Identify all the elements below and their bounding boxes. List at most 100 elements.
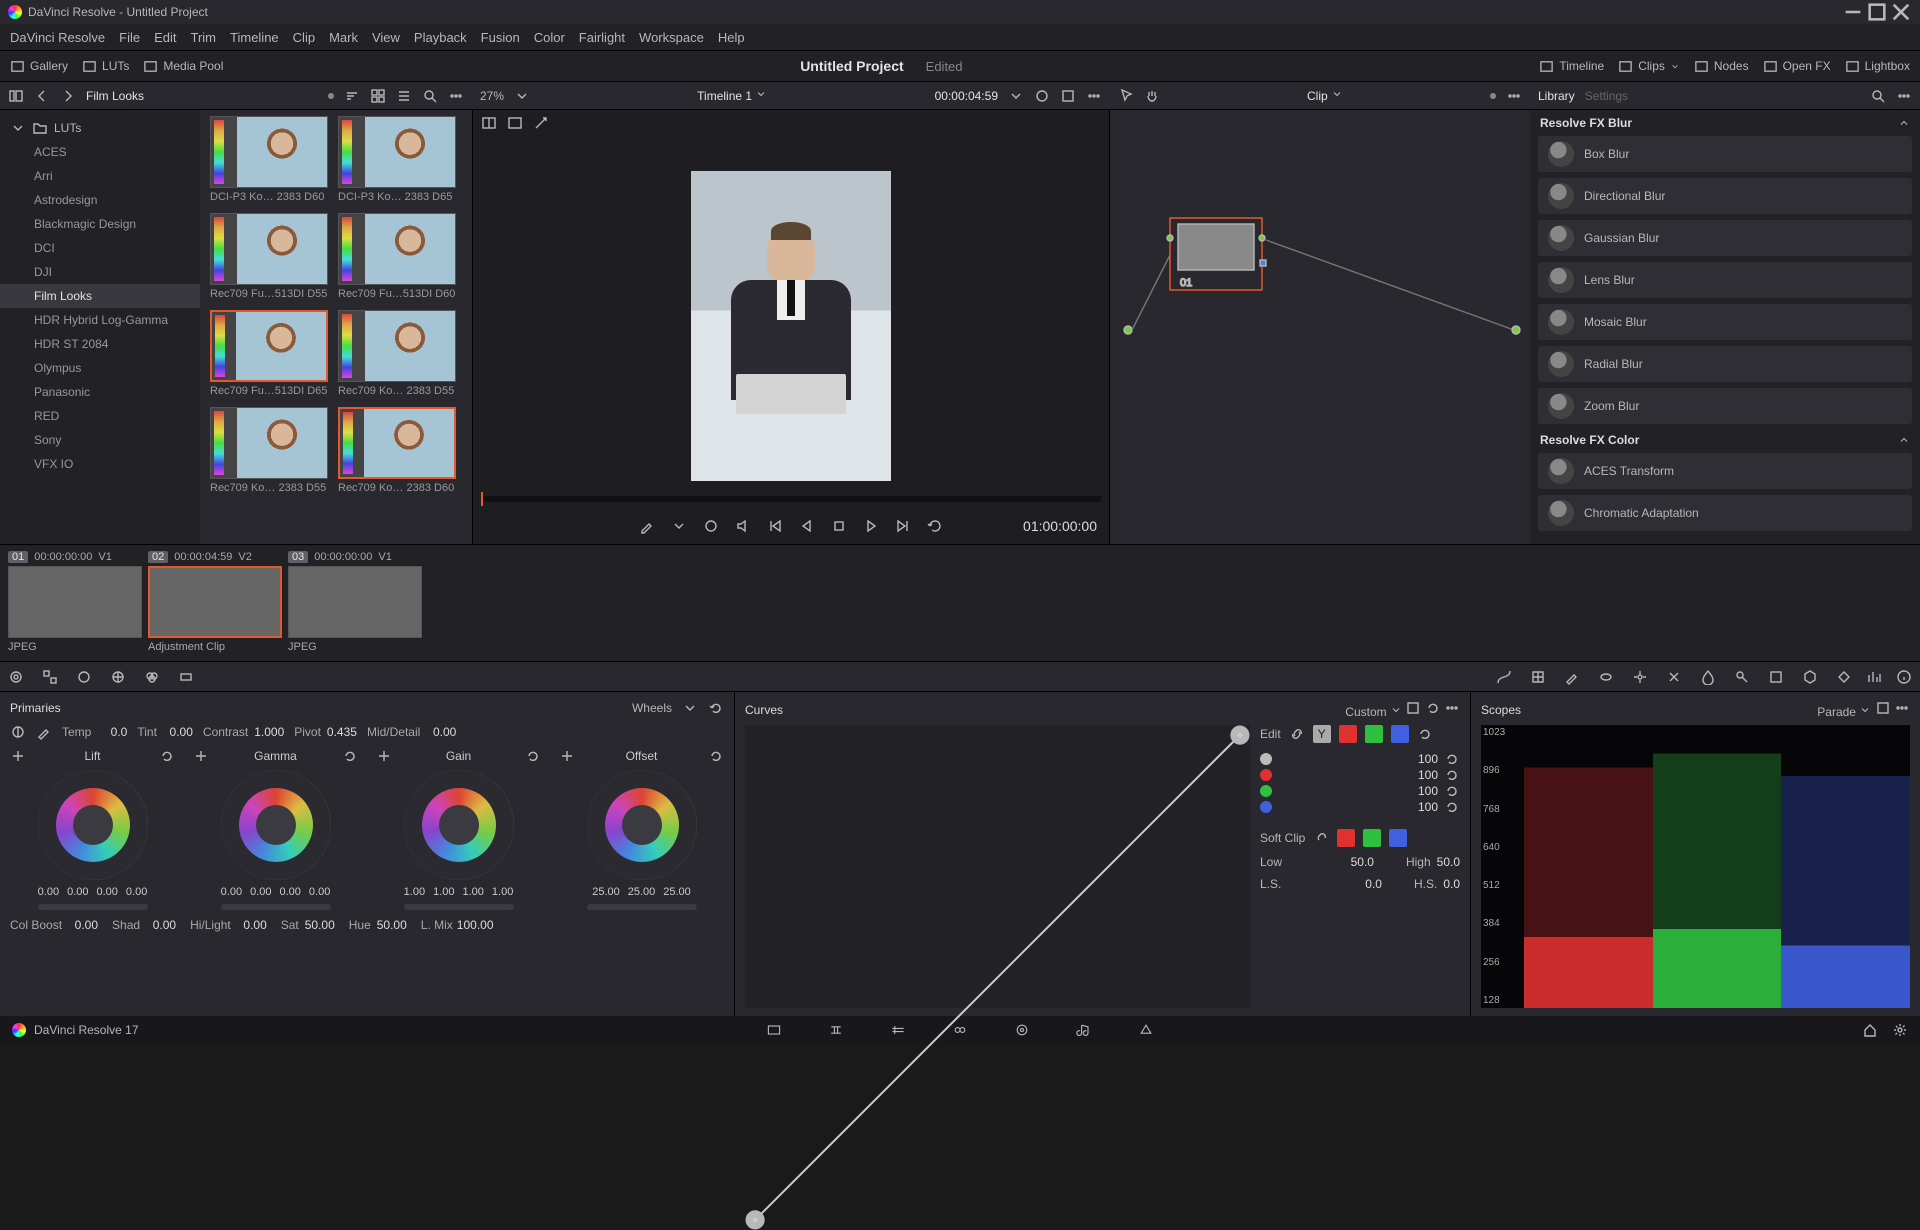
temp-value[interactable]: 0.0 [95,725,127,739]
palette-color-match-icon[interactable] [42,669,58,685]
lut-category[interactable]: Blackmagic Design [0,212,200,236]
lut-category[interactable]: HDR Hybrid Log-Gamma [0,308,200,332]
audio-icon[interactable] [735,518,751,534]
palette-sizing-icon[interactable] [1768,669,1784,685]
fx-item[interactable]: Directional Blur [1538,178,1912,214]
sc-g-button[interactable] [1363,829,1381,847]
palette-motion-icon[interactable] [178,669,194,685]
lut-category[interactable]: Panasonic [0,380,200,404]
wand-icon[interactable] [533,115,549,131]
sc-r-button[interactable] [1337,829,1355,847]
fx-section-header[interactable]: Resolve FX Blur [1530,110,1920,133]
fx-tab-library[interactable]: Library [1538,89,1575,103]
pick-white-icon[interactable] [36,724,52,740]
lightbox-button[interactable]: Lightbox [1845,59,1910,74]
middetail-value[interactable]: 0.00 [424,725,456,739]
fx-item[interactable]: Radial Blur [1538,346,1912,382]
pivot-value[interactable]: 0.435 [325,725,357,739]
chevron-down-icon[interactable] [514,88,530,104]
menu-playback[interactable]: Playback [414,30,467,45]
picker-icon[interactable] [193,748,209,764]
channel-dot[interactable] [1260,769,1272,781]
fx-item[interactable]: Mosaic Blur [1538,304,1912,340]
clip-thumbnail[interactable]: 0100:00:00:00V1JPEG [8,551,142,653]
pointer-icon[interactable] [1118,88,1134,104]
reset-icon[interactable] [342,748,358,764]
curves-mode[interactable]: Custom [1345,705,1386,719]
chevron-down-icon[interactable] [1008,88,1024,104]
menu-clip[interactable]: Clip [293,30,315,45]
lut-thumbnail[interactable]: Rec709 Ko… 2383 D55 [338,310,456,397]
reset-icon[interactable] [1444,799,1460,815]
bypass-icon[interactable] [1034,88,1050,104]
reset-icon[interactable] [525,748,541,764]
viewer-scrubber[interactable] [481,496,1101,502]
settings-icon[interactable] [1892,1022,1908,1038]
clip-thumbnail[interactable]: 0200:00:04:59V2Adjustment Clip [148,551,282,653]
lut-category[interactable]: Film Looks [0,284,200,308]
fx-section-header[interactable]: Resolve FX Color [1530,427,1920,450]
lut-thumbnail[interactable]: Rec709 Fu…513DI D65 [210,310,328,397]
channel-dot[interactable] [1260,753,1272,765]
viewer-zoom[interactable]: 27% [480,89,504,103]
lut-category[interactable]: Astrodesign [0,188,200,212]
nav-fwd-icon[interactable] [60,88,76,104]
lut-category[interactable]: ACES [0,140,200,164]
more-icon[interactable] [1444,700,1460,716]
link-icon[interactable] [1289,726,1305,742]
menu-edit[interactable]: Edit [154,30,176,45]
menu-fusion[interactable]: Fusion [481,30,520,45]
keyframes-icon[interactable] [1836,669,1852,685]
close-button[interactable] [1890,1,1912,23]
openfx-button[interactable]: Open FX [1763,59,1831,74]
channel-value[interactable]: 100 [1418,784,1438,798]
auto-balance-icon[interactable] [10,724,26,740]
color-wheel-gamma[interactable]: Gamma0.000.000.000.00 [193,748,358,910]
picker-icon[interactable] [559,748,575,764]
split-view-icon[interactable] [481,115,497,131]
reset-icon[interactable] [708,748,724,764]
lut-thumbnail[interactable]: Rec709 Fu…513DI D55 [210,213,328,300]
more-icon[interactable] [1896,88,1912,104]
sidebar-toggle-icon[interactable] [8,88,24,104]
fx-item[interactable]: Gaussian Blur [1538,220,1912,256]
picker-icon[interactable] [10,748,26,764]
palette-key-icon[interactable] [1734,669,1750,685]
hand-icon[interactable] [1144,88,1160,104]
list-view-icon[interactable] [396,88,412,104]
timeline-name[interactable]: Timeline 1 [697,89,752,103]
nodes-title[interactable]: Clip [1307,89,1328,103]
fx-item[interactable]: Chromatic Adaptation [1538,495,1912,531]
fx-tab-settings[interactable]: Settings [1585,89,1628,103]
more-icon[interactable] [1506,88,1522,104]
sc-b-button[interactable] [1389,829,1407,847]
menu-help[interactable]: Help [718,30,745,45]
nodes-button[interactable]: Nodes [1694,59,1749,74]
menu-timeline[interactable]: Timeline [230,30,279,45]
picker-icon[interactable] [376,748,392,764]
chevron-down-icon[interactable] [671,518,687,534]
expand-icon[interactable] [1405,700,1421,716]
palette-qualifier-icon[interactable] [1564,669,1580,685]
color-wheel-gain[interactable]: Gain1.001.001.001.00 [376,748,541,910]
sort-icon[interactable] [344,88,360,104]
chevron-down-icon[interactable] [682,700,698,716]
nav-back-icon[interactable] [34,88,50,104]
timeline-button[interactable]: Timeline [1539,59,1604,74]
home-icon[interactable] [1862,1022,1878,1038]
ls-value[interactable]: 0.0 [1365,877,1382,891]
channel-value[interactable]: 100 [1418,752,1438,766]
highlight-icon[interactable] [507,115,523,131]
first-frame-icon[interactable] [767,518,783,534]
tint-value[interactable]: 0.00 [161,725,193,739]
menu-fairlight[interactable]: Fairlight [579,30,625,45]
step-back-icon[interactable] [799,518,815,534]
play-icon[interactable] [863,518,879,534]
menu-workspace[interactable]: Workspace [639,30,704,45]
stop-icon[interactable] [831,518,847,534]
luts-button[interactable]: LUTs [82,59,129,74]
curve-graph[interactable] [745,725,1250,1008]
lut-thumbnail[interactable]: Rec709 Ko… 2383 D55 [210,407,328,494]
last-frame-icon[interactable] [895,518,911,534]
info-icon[interactable] [1896,669,1912,685]
